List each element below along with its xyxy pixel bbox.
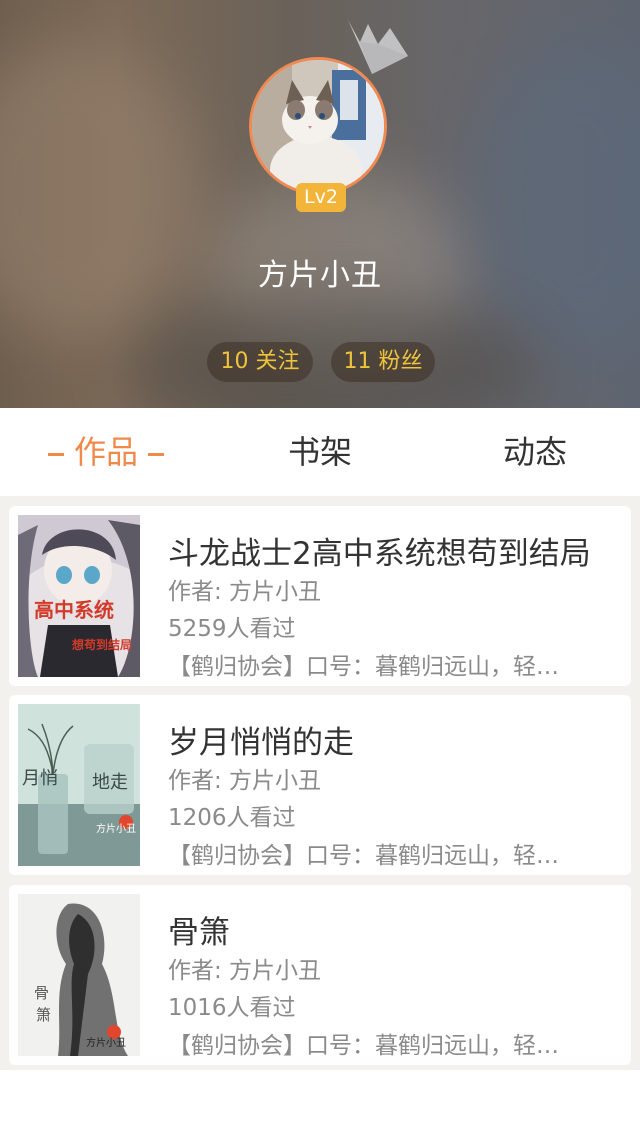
cover-title-text: 地走 [92, 772, 128, 793]
tab-bar: 作品 书架 动态 [0, 408, 640, 496]
tab-bookshelf[interactable]: 书架 [250, 408, 390, 496]
book-view-count: 5259人看过 [168, 616, 296, 642]
cover-art: 月悄 地走 方片小丑 [18, 704, 140, 866]
book-card[interactable]: 骨 箫 方片小丑 骨箫 作者: 方片小丑 1016人看过 【鹤归协会】口号：暮鹤… [9, 885, 631, 1065]
header-background-blur [0, 40, 200, 340]
username: 方片小丑 [258, 258, 382, 293]
level-badge: Lv2 [296, 183, 346, 212]
header-background-blur [470, 40, 640, 360]
cover-author-text: 方片小丑 [96, 822, 136, 835]
cover-author-text: 方片小丑 [86, 1036, 126, 1049]
book-view-count: 1206人看过 [168, 805, 296, 831]
cover-subtitle-text: 想苟到结局 [71, 637, 132, 652]
book-description: 【鹤归协会】口号：暮鹤归远山，轻… [168, 843, 559, 869]
book-view-count: 1016人看过 [168, 995, 296, 1021]
following-count-button[interactable]: 10 关注 [207, 342, 313, 382]
cover-art: 骨 箫 方片小丑 [18, 894, 140, 1056]
book-author: 作者: 方片小丑 [168, 958, 322, 984]
book-cover[interactable]: 高中系统 想苟到结局 [18, 515, 140, 677]
book-author: 作者: 方片小丑 [168, 579, 322, 605]
fans-count-button[interactable]: 11 粉丝 [331, 342, 435, 382]
book-description: 【鹤归协会】口号：暮鹤归远山，轻… [168, 1033, 559, 1059]
tab-activity[interactable]: 动态 [465, 408, 605, 496]
tab-works[interactable]: 作品 [30, 408, 182, 496]
header-background-blur [120, 300, 540, 408]
book-cover[interactable]: 月悄 地走 方片小丑 [18, 704, 140, 866]
profile-header: Lv2 方片小丑 10 关注 11 粉丝 [0, 0, 640, 408]
book-author: 作者: 方片小丑 [168, 768, 322, 794]
book-title[interactable]: 岁月悄悄的走 [168, 717, 354, 762]
cover-art: 高中系统 想苟到结局 [18, 515, 140, 677]
book-title[interactable]: 斗龙战士2高中系统想苟到结局 [168, 528, 591, 573]
cover-title-text: 骨 [34, 984, 49, 1002]
works-list: 高中系统 想苟到结局 斗龙战士2高中系统想苟到结局 作者: 方片小丑 5259人… [0, 496, 640, 1070]
book-title[interactable]: 骨箫 [168, 907, 230, 952]
tab-label: 作品 [73, 433, 138, 471]
avatar[interactable] [249, 57, 387, 195]
active-indicator-right [148, 452, 164, 456]
book-cover[interactable]: 骨 箫 方片小丑 [18, 894, 140, 1056]
book-description: 【鹤归协会】口号：暮鹤归远山，轻… [168, 654, 559, 680]
active-indicator-left [47, 452, 64, 456]
cover-title-text: 高中系统 [34, 598, 114, 622]
cat-photo [252, 60, 384, 192]
book-card[interactable]: 月悄 地走 方片小丑 岁月悄悄的走 作者: 方片小丑 1206人看过 【鹤归协会… [9, 695, 631, 875]
cover-title-text: 月悄 [22, 768, 58, 789]
book-card[interactable]: 高中系统 想苟到结局 斗龙战士2高中系统想苟到结局 作者: 方片小丑 5259人… [9, 506, 631, 686]
cover-title-text: 箫 [36, 1006, 51, 1024]
